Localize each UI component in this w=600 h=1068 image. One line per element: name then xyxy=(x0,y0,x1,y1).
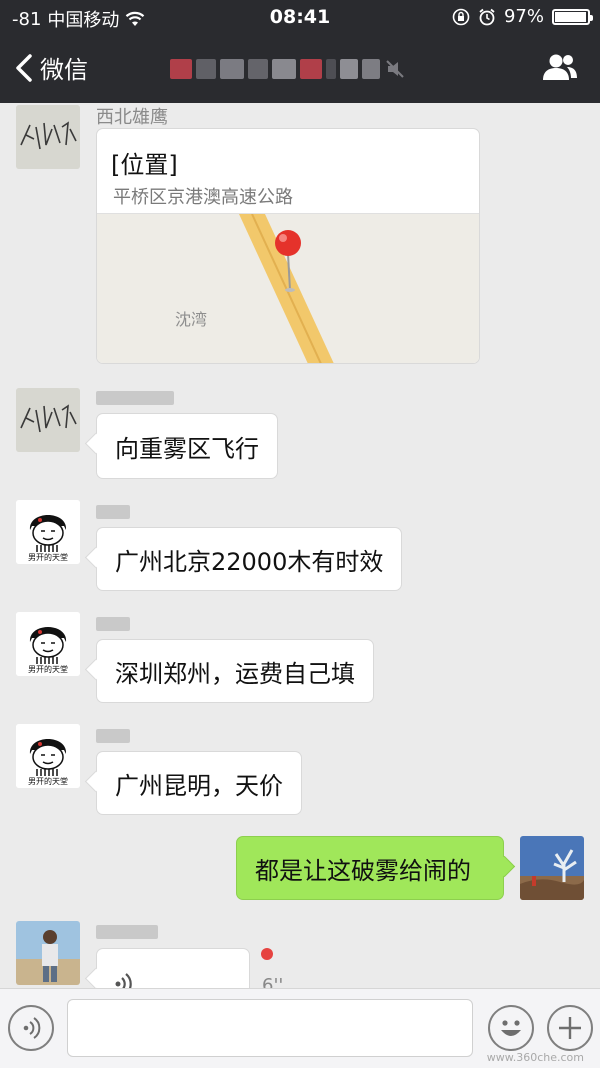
back-button[interactable]: 微信 xyxy=(14,50,88,85)
my-avatar[interactable] xyxy=(520,836,584,900)
back-chevron-icon xyxy=(16,53,32,82)
input-bar: www.360che.com xyxy=(0,988,600,1068)
message-bubble[interactable]: 广州昆明，天价 xyxy=(96,751,302,815)
emoji-icon xyxy=(501,1020,521,1036)
map-place-label: 沈湾 xyxy=(175,310,208,329)
watermark: www.360che.com xyxy=(486,1051,584,1064)
sender-name-redacted xyxy=(96,729,130,743)
emoji-button[interactable] xyxy=(488,1005,534,1051)
handwriting-avatar-image xyxy=(16,105,80,169)
status-right: 97% xyxy=(452,6,593,27)
avatar[interactable] xyxy=(16,388,80,452)
location-map: 沈湾 xyxy=(97,213,479,363)
avatar[interactable]: 男开的天堂 xyxy=(16,500,80,564)
mute-icon xyxy=(386,60,404,78)
chat-title-redacted xyxy=(170,56,430,82)
voice-toggle-button[interactable] xyxy=(8,1005,54,1051)
avatar[interactable]: 男开的天堂 xyxy=(16,724,80,788)
location-address: 平桥区京港澳高速公路 xyxy=(113,187,293,208)
avatar-caption: 男开的天堂 xyxy=(28,665,68,674)
avatar[interactable] xyxy=(16,105,80,169)
status-bar: -81 中国移动 08:41 97% xyxy=(0,0,600,34)
sender-name-redacted xyxy=(96,925,158,939)
battery-fill xyxy=(555,11,586,22)
sender-name-redacted xyxy=(96,391,174,405)
alarm-icon xyxy=(479,8,495,25)
voice-duration: 6'' xyxy=(262,975,284,988)
plus-icon xyxy=(559,1017,581,1039)
avatar-caption: 男开的天堂 xyxy=(28,553,68,562)
avatar[interactable] xyxy=(16,921,80,985)
avatar-caption: 男开的天堂 xyxy=(28,777,68,786)
battery-icon xyxy=(552,8,593,25)
location-title: [位置] xyxy=(111,151,178,179)
message-bubble[interactable]: 向重雾区飞行 xyxy=(96,413,278,479)
voice-icon xyxy=(115,973,132,988)
map-pin-icon xyxy=(275,230,301,292)
lock-rotation-icon xyxy=(452,8,470,25)
sender-name-redacted xyxy=(96,505,130,519)
location-card[interactable]: [位置] 平桥区京港澳高速公路 沈湾 xyxy=(96,128,480,364)
header: -81 中国移动 08:41 97% 微信 xyxy=(0,0,600,103)
sender-name: 西北雄鹰 xyxy=(96,107,168,128)
landscape-avatar-image xyxy=(520,836,584,900)
message-bubble-sent[interactable]: 都是让这破雾给闹的 xyxy=(236,836,504,900)
chat-area[interactable]: 西北雄鹰 [位置] 平桥区京港澳高速公路 沈湾 向重雾区飞行 男开的天堂 广州北… xyxy=(0,103,600,988)
voice-message-bubble[interactable] xyxy=(96,948,250,988)
voice-icon xyxy=(23,1017,41,1039)
contacts-icon[interactable] xyxy=(540,52,580,82)
unread-dot xyxy=(261,948,273,960)
back-label: 微信 xyxy=(40,56,88,84)
person-photo-avatar-image xyxy=(16,921,80,985)
message-input[interactable] xyxy=(67,999,473,1057)
nav-bar: 微信 xyxy=(0,34,600,103)
handwriting-avatar-image xyxy=(16,388,80,452)
message-bubble[interactable]: 深圳郑州，运费自己填 xyxy=(96,639,374,703)
sender-name-redacted xyxy=(96,617,130,631)
message-bubble[interactable]: 广州北京22000木有时效 xyxy=(96,527,403,591)
more-button[interactable] xyxy=(547,1005,593,1051)
battery-percent: 97% xyxy=(503,6,544,27)
avatar[interactable]: 男开的天堂 xyxy=(16,612,80,676)
